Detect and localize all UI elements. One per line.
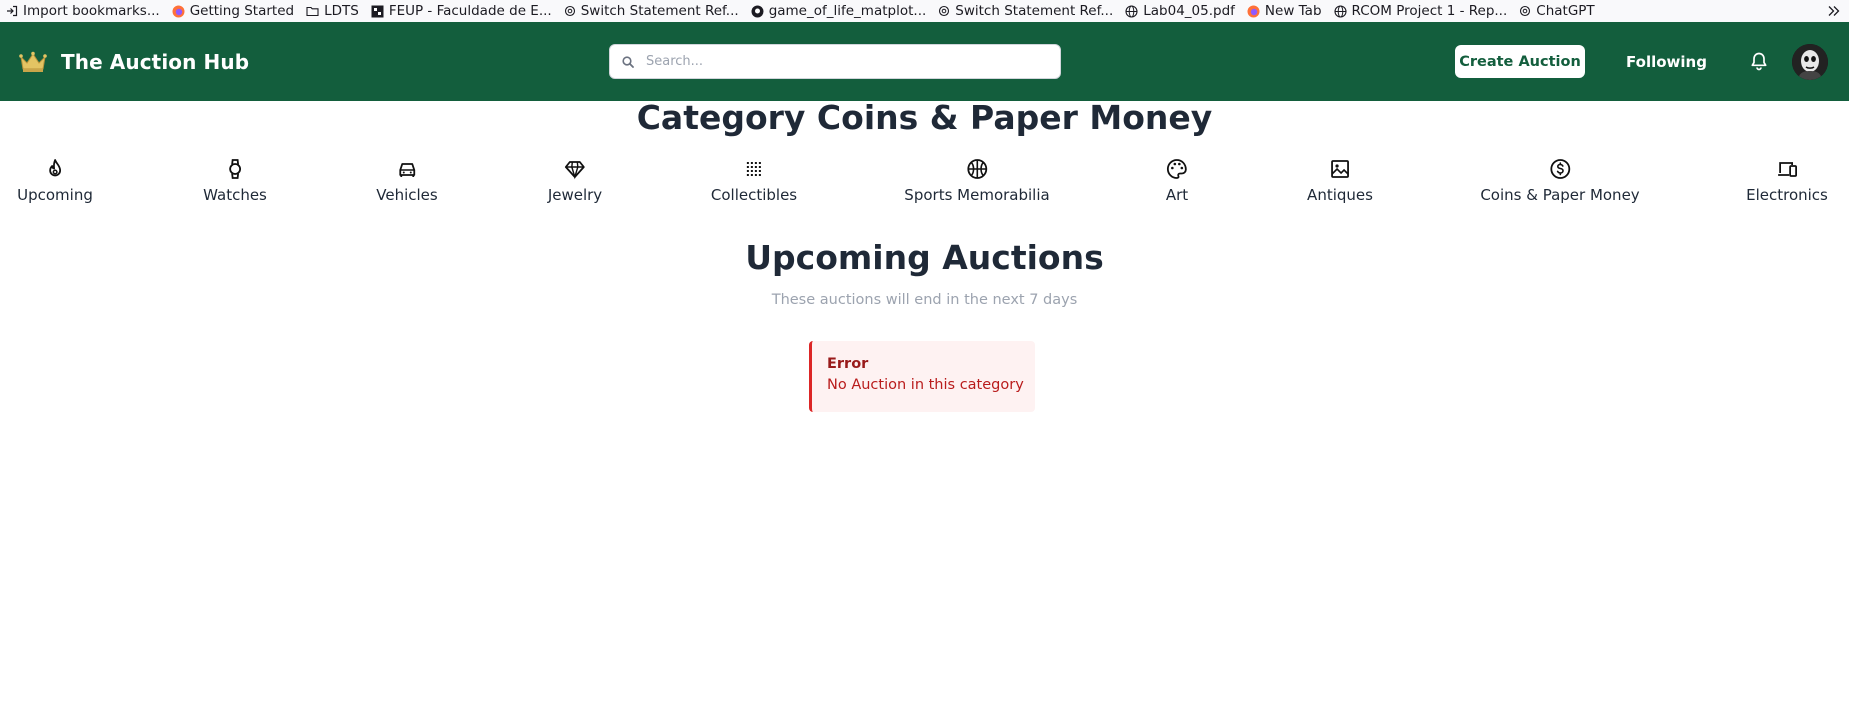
category-label: Vehicles bbox=[376, 186, 438, 204]
search-input[interactable] bbox=[646, 54, 1026, 69]
basketball-icon bbox=[967, 159, 987, 179]
bell-icon bbox=[1751, 52, 1767, 71]
category-label: Watches bbox=[203, 186, 267, 204]
category-title: Category Coins & Paper Money bbox=[636, 98, 1213, 137]
category-collectibles[interactable]: Collectibles bbox=[711, 158, 797, 204]
search-icon bbox=[622, 55, 634, 68]
bookmark-ldts[interactable]: LDTS bbox=[300, 0, 365, 22]
error-alert: Error No Auction in this category bbox=[809, 341, 1035, 412]
car-icon bbox=[399, 163, 415, 177]
category-label: Jewelry bbox=[547, 186, 603, 204]
bookmark-game-of-life[interactable]: game_of_life_matplot... bbox=[745, 0, 933, 22]
category-label: Antiques bbox=[1307, 186, 1373, 204]
globe-icon bbox=[1125, 4, 1138, 18]
diamond-icon bbox=[565, 161, 585, 180]
search-bar bbox=[609, 44, 1061, 79]
bookmark-import[interactable]: Import bookmarks... bbox=[0, 0, 166, 22]
avatar-image bbox=[1792, 44, 1828, 80]
category-label: Art bbox=[1165, 186, 1189, 204]
category-nav: Upcoming Watches Vehicles Jewelry Collec… bbox=[0, 158, 1849, 214]
alert-message: No Auction in this category bbox=[827, 377, 1024, 393]
firefox-icon bbox=[1247, 5, 1260, 17]
alert-title: Error bbox=[827, 356, 869, 372]
bookmark-label: Import bookmarks... bbox=[23, 3, 160, 19]
category-watches[interactable]: Watches bbox=[203, 158, 267, 204]
category-upcoming[interactable]: Upcoming bbox=[17, 158, 93, 204]
bookmarks-overflow-button[interactable] bbox=[1827, 0, 1841, 22]
category-jewelry[interactable]: Jewelry bbox=[548, 158, 602, 204]
github-icon bbox=[751, 5, 764, 17]
chevron-double-right-icon bbox=[1828, 6, 1840, 16]
category-antiques[interactable]: Antiques bbox=[1307, 158, 1373, 204]
image-icon bbox=[1331, 160, 1349, 178]
following-link[interactable]: Following bbox=[1626, 22, 1707, 101]
bookmarks-bar: Import bookmarks... Getting Started LDTS… bbox=[0, 0, 1849, 22]
bookmark-label: Lab04_05.pdf bbox=[1143, 3, 1235, 19]
navbar: The Auction Hub Create Auction Following bbox=[0, 22, 1849, 101]
bookmark-label: Switch Statement Ref... bbox=[955, 3, 1114, 19]
import-icon bbox=[7, 5, 18, 17]
bookmark-chatgpt[interactable]: ChatGPT bbox=[1513, 0, 1600, 22]
bookmark-label: game_of_life_matplot... bbox=[768, 3, 927, 19]
category-label: Collectibles bbox=[710, 186, 798, 204]
bookmark-feup[interactable]: FEUP - Faculdade de E... bbox=[365, 0, 558, 22]
category-label: Sports Memorabilia bbox=[904, 186, 1050, 204]
bookmark-label: Getting Started bbox=[189, 3, 295, 19]
folder-icon bbox=[306, 6, 319, 17]
brand-link[interactable]: The Auction Hub bbox=[19, 22, 249, 101]
devices-icon bbox=[1777, 162, 1797, 177]
category-electronics[interactable]: Electronics bbox=[1746, 158, 1828, 204]
category-art[interactable]: Art bbox=[1166, 158, 1188, 204]
dollar-coin-icon bbox=[1550, 159, 1570, 179]
openai-icon bbox=[939, 5, 950, 17]
user-avatar[interactable] bbox=[1792, 44, 1828, 80]
create-auction-button[interactable]: Create Auction bbox=[1455, 45, 1585, 78]
grid-dots-icon bbox=[747, 162, 761, 176]
bookmark-switch-statement-2[interactable]: Switch Statement Ref... bbox=[932, 0, 1119, 22]
openai-icon bbox=[564, 5, 575, 17]
globe-icon bbox=[1333, 4, 1347, 18]
category-coins-paper-money[interactable]: Coins & Paper Money bbox=[1480, 158, 1640, 204]
bookmark-getting-started[interactable]: Getting Started bbox=[166, 0, 300, 22]
bookmark-label: New Tab bbox=[1264, 3, 1322, 19]
section-title: Upcoming Auctions bbox=[745, 238, 1104, 277]
openai-icon bbox=[1520, 5, 1531, 17]
notifications-button[interactable] bbox=[1750, 51, 1768, 76]
feup-icon bbox=[371, 5, 384, 17]
firefox-icon bbox=[172, 5, 185, 17]
watch-icon bbox=[229, 159, 241, 179]
category-label: Electronics bbox=[1746, 186, 1828, 204]
section-subtitle: These auctions will end in the next 7 da… bbox=[771, 292, 1078, 308]
bookmark-label: LDTS bbox=[324, 3, 359, 19]
palette-icon bbox=[1167, 159, 1187, 179]
bookmark-label: Switch Statement Ref... bbox=[580, 3, 739, 19]
bookmark-rcom[interactable]: RCOM Project 1 - Rep... bbox=[1328, 0, 1514, 22]
bookmark-label: ChatGPT bbox=[1536, 3, 1595, 19]
category-label: Upcoming bbox=[17, 186, 93, 204]
bookmark-new-tab[interactable]: New Tab bbox=[1241, 0, 1328, 22]
bookmark-switch-statement[interactable]: Switch Statement Ref... bbox=[558, 0, 745, 22]
bookmark-label: FEUP - Faculdade de E... bbox=[388, 3, 552, 19]
bookmark-label: RCOM Project 1 - Rep... bbox=[1351, 3, 1508, 19]
category-sports-memorabilia[interactable]: Sports Memorabilia bbox=[904, 158, 1050, 204]
brand-name: The Auction Hub bbox=[61, 49, 250, 74]
category-vehicles[interactable]: Vehicles bbox=[376, 158, 438, 204]
crown-icon bbox=[19, 51, 47, 72]
bookmark-lab04[interactable]: Lab04_05.pdf bbox=[1119, 0, 1241, 22]
category-label: Coins & Paper Money bbox=[1480, 186, 1640, 204]
fire-icon bbox=[49, 159, 61, 177]
